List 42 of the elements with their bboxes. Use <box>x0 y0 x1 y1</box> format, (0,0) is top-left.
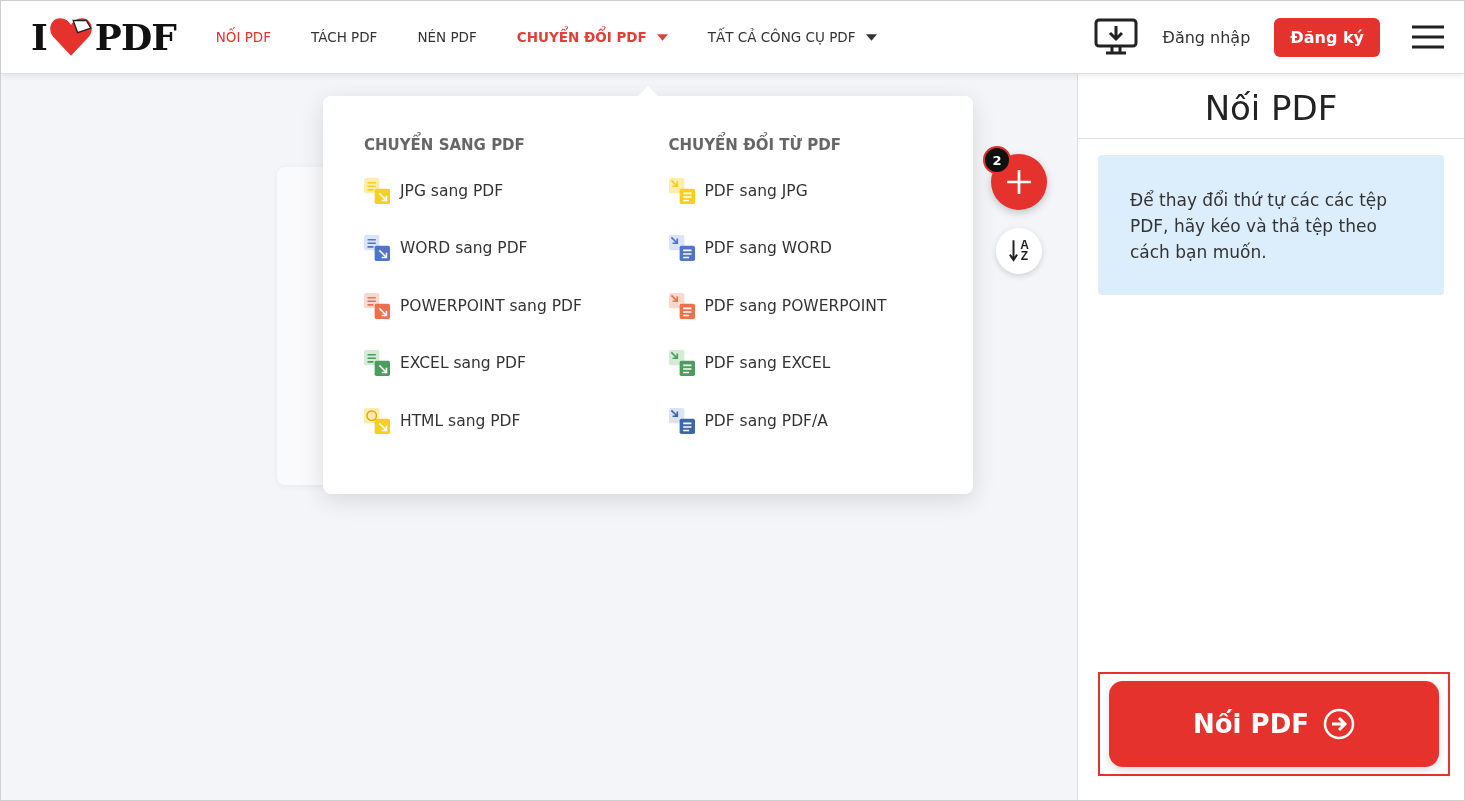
nav-link[interactable]: CHUYỂN ĐỔI PDF <box>516 21 668 53</box>
info-message: Để thay đổi thứ tự các các tệp PDF, hãy kéo và thả tệp theo cách bạn muốn. <box>1098 155 1444 295</box>
file-conversion-icon <box>668 407 695 434</box>
nav-link[interactable]: NỐI PDF <box>215 21 271 53</box>
caret-icon <box>656 33 668 41</box>
file-conversion-icon <box>668 235 695 262</box>
menu-item[interactable]: PDF sang POWERPOINT <box>668 277 887 335</box>
menu-item[interactable]: EXCEL sang PDF <box>364 334 526 392</box>
down-arrow-icon <box>1009 240 1019 262</box>
menu-item[interactable]: WORD sang PDF <box>364 219 528 277</box>
nav-link[interactable]: TÁCH PDF <box>311 21 378 53</box>
menu-item[interactable]: HTML sang PDF <box>364 392 521 450</box>
plus-icon <box>1006 169 1032 195</box>
file-conversion-icon <box>364 292 390 319</box>
file-conversion-icon <box>668 177 695 204</box>
file-conversion-icon <box>364 177 390 204</box>
file-conversion-icon <box>668 350 695 377</box>
file-conversion-icon <box>668 292 695 319</box>
menu-item[interactable]: POWERPOINT sang PDF <box>364 277 582 335</box>
arrow-circle-icon <box>1323 708 1355 740</box>
menu-item[interactable]: PDF sang PDF/A <box>668 392 828 450</box>
login-link[interactable]: Đăng nhập <box>1156 26 1257 48</box>
logo[interactable]: I PDF <box>31 16 176 58</box>
merge-pdf-button[interactable]: Nối PDF <box>1109 681 1439 767</box>
menu-item[interactable]: PDF sang JPG <box>668 162 808 220</box>
file-conversion-icon <box>364 350 390 377</box>
file-conversion-icon <box>364 235 390 262</box>
sidebar-title: Nối PDF <box>1078 74 1464 139</box>
menu-item[interactable]: PDF sang WORD <box>668 219 833 277</box>
signup-button[interactable]: Đăng ký <box>1274 17 1380 57</box>
caret-icon <box>865 33 877 41</box>
nav-link[interactable]: TẤT CẢ CÔNG CỤ PDF <box>707 21 877 53</box>
sort-button[interactable]: A Z <box>996 228 1042 274</box>
menu-item[interactable]: JPG sang PDF <box>364 162 504 220</box>
file-count-badge: 2 <box>983 146 1011 174</box>
add-files-button[interactable] <box>991 154 1047 210</box>
nav-link[interactable]: NÉN PDF <box>417 21 477 53</box>
menu-item[interactable]: PDF sang EXCEL <box>668 334 831 392</box>
menu-icon[interactable] <box>1412 25 1444 49</box>
desktop-download-icon[interactable] <box>1094 18 1139 56</box>
heart-logo-icon <box>48 17 93 57</box>
file-conversion-icon <box>364 407 390 434</box>
